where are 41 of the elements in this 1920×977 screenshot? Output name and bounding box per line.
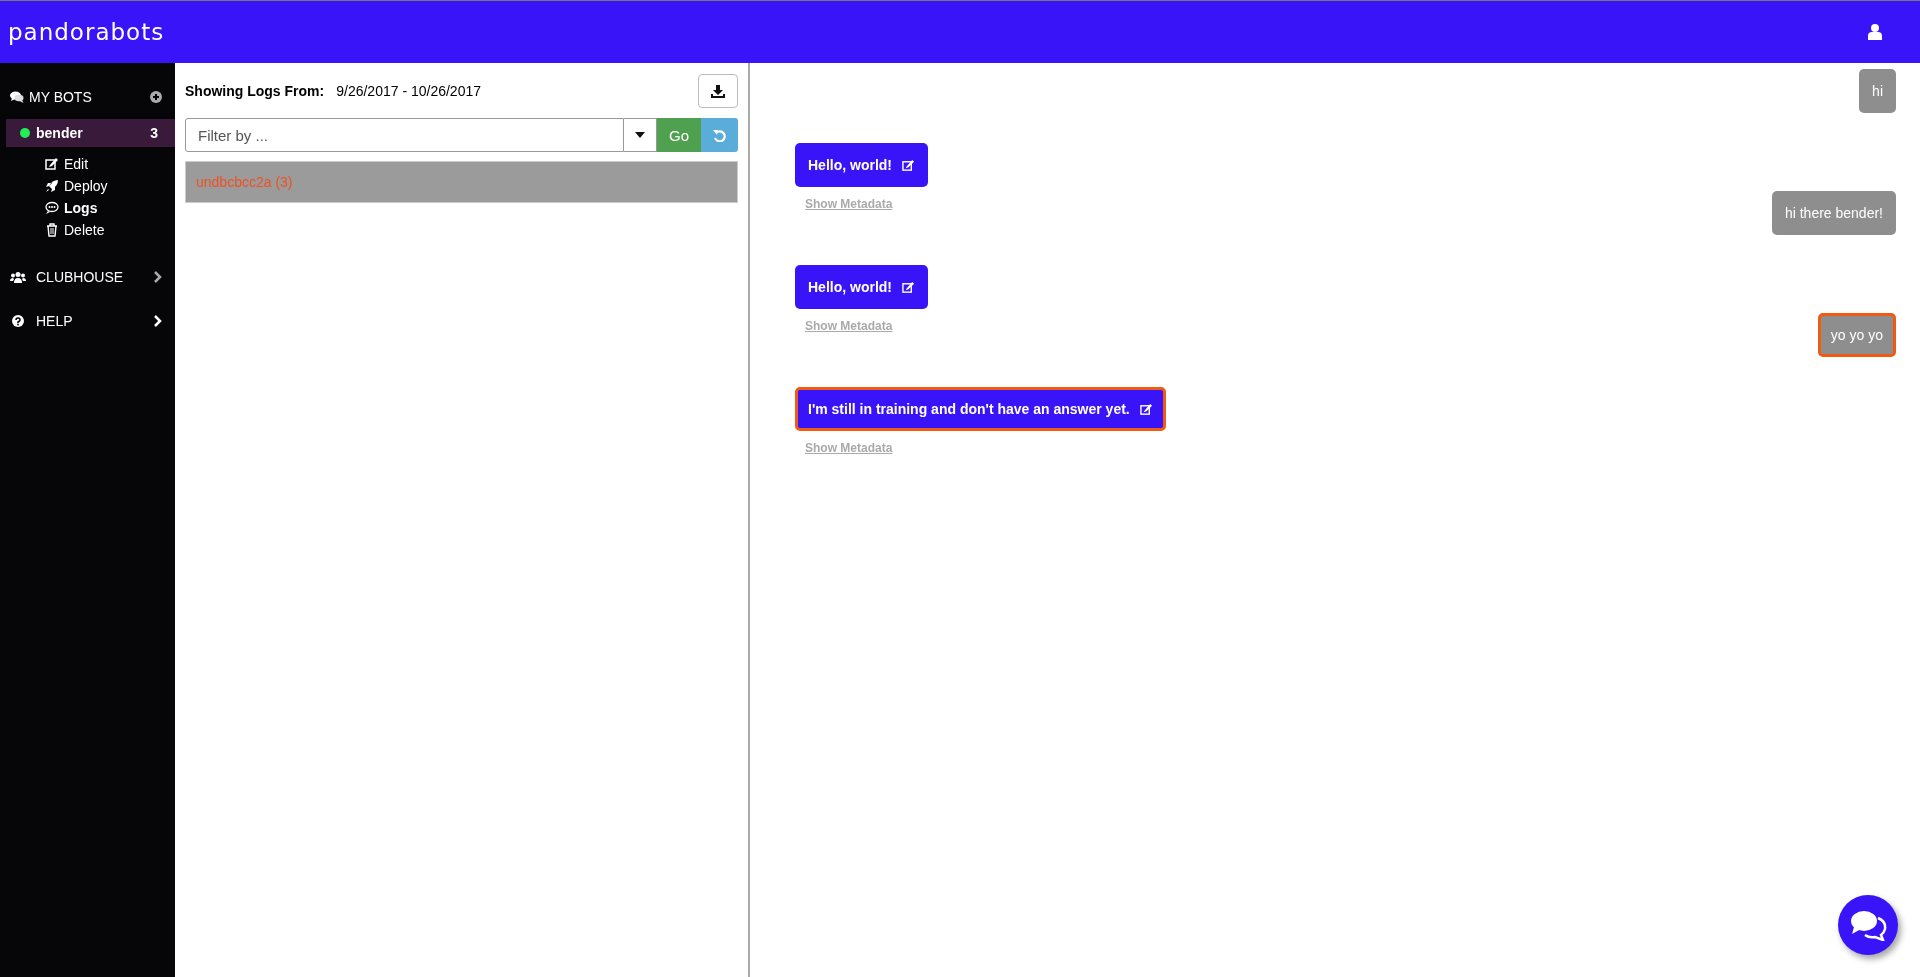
- filter-field[interactable]: Filter by ...: [185, 118, 624, 152]
- speech-bubble-icon: [45, 201, 59, 215]
- menu-link[interactable]: Logs: [64, 200, 98, 216]
- download-button[interactable]: [698, 74, 738, 108]
- group-icon: [10, 271, 26, 283]
- bot-message: Hello, world!: [795, 143, 928, 187]
- user-message: yo yo yo: [1817, 313, 1896, 357]
- trash-icon: [45, 223, 59, 237]
- user-message: hi there bender!: [1771, 191, 1896, 235]
- chat-bubbles-icon: [1848, 909, 1888, 941]
- rocket-icon: [45, 179, 59, 193]
- help-icon: [10, 315, 26, 327]
- menu-link[interactable]: Edit: [64, 156, 89, 172]
- menu-link[interactable]: Delete: [64, 222, 105, 238]
- edit-icon: [45, 157, 59, 171]
- edit-icon: [902, 280, 915, 294]
- bot-message: Hello, world!: [795, 265, 928, 309]
- bot-count: 3: [150, 125, 158, 141]
- chat-launcher-button[interactable]: [1838, 895, 1898, 955]
- range-label: Showing Logs From:: [185, 83, 325, 99]
- logo[interactable]: pandorabots: [8, 19, 165, 45]
- bot-message: I'm still in training and don't have an answer yet.: [795, 387, 1166, 431]
- reset-icon: [713, 128, 726, 142]
- section-label[interactable]: HELP: [36, 313, 73, 329]
- date-range: 9/26/2017 - 10/26/2017: [336, 83, 481, 99]
- menu-link[interactable]: Deploy: [64, 178, 108, 194]
- section-label[interactable]: CLUBHOUSE: [36, 269, 124, 285]
- add-icon: [150, 91, 162, 103]
- bot-name: bender: [36, 125, 83, 141]
- edit-icon: [1139, 402, 1153, 416]
- dropdown-button[interactable]: [624, 118, 657, 152]
- chevron-right-icon: [154, 315, 162, 327]
- download-icon: [711, 84, 725, 98]
- user-message: hi: [1859, 69, 1896, 113]
- caret-icon: [635, 132, 645, 138]
- user-icon[interactable]: [1868, 24, 1882, 40]
- section-label[interactable]: MY BOTS: [29, 89, 92, 105]
- edit-icon: [902, 158, 915, 172]
- chevron-right-icon: [154, 271, 162, 283]
- chat-bubbles-icon: [10, 91, 24, 103]
- bot-item[interactable]: bender 3: [6, 119, 175, 147]
